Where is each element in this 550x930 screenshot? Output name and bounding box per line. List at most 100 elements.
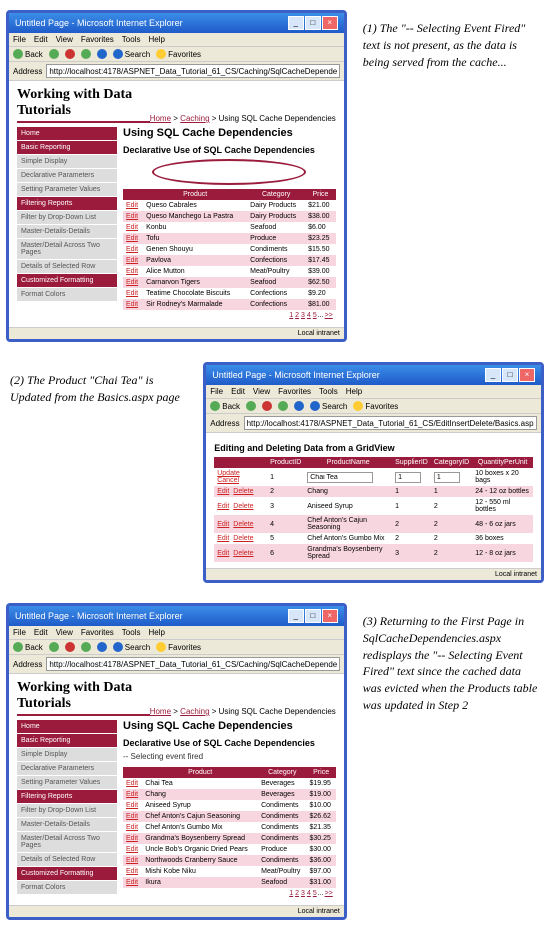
edit-link[interactable]: Edit — [126, 824, 138, 831]
cid-input[interactable] — [434, 472, 460, 483]
window-titlebar: Untitled Page - Microsoft Internet Explo… — [206, 365, 541, 385]
close-button[interactable]: × — [322, 16, 338, 30]
nav-filtering-reports[interactable]: Filtering Reports — [17, 197, 117, 210]
edit-link[interactable]: Edit — [217, 535, 229, 542]
highlight-ellipse — [152, 159, 306, 185]
edit-link[interactable]: Edit — [217, 503, 229, 510]
minimize-button[interactable]: _ — [288, 16, 304, 30]
edit-link[interactable]: Edit — [126, 246, 138, 253]
nav-md2p[interactable]: Master/Detail Across Two Pages — [17, 239, 117, 259]
nav-ddl[interactable]: Filter by Drop-Down List — [17, 211, 117, 224]
table-row: EditAniseed SyrupCondiments$10.00 — [123, 800, 336, 811]
menu-tools[interactable]: Tools — [122, 35, 141, 44]
edit-link[interactable]: Edit — [126, 857, 138, 864]
search-button[interactable]: Search — [113, 49, 150, 59]
delete-link[interactable]: Delete — [233, 488, 253, 495]
search-icon — [113, 49, 123, 59]
back-button[interactable]: Back — [13, 49, 43, 59]
edit-link[interactable]: Edit — [217, 521, 229, 528]
nav-basic-reporting[interactable]: Basic Reporting — [17, 141, 117, 154]
edit-link[interactable]: Edit — [217, 488, 229, 495]
nav-simple-display[interactable]: Simple Display — [17, 155, 117, 168]
table-row: EditDelete2Chang1124 - 12 oz bottles — [214, 486, 533, 497]
delete-link[interactable]: Delete — [233, 550, 253, 557]
table-row: EditIkuraSeafood$31.00 — [123, 877, 336, 888]
table-row: EditPavlovaConfections$17.45 — [123, 255, 336, 266]
menu-file[interactable]: File — [13, 35, 26, 44]
nav-customized-formatting[interactable]: Customized Formatting — [17, 274, 117, 287]
edit-link[interactable]: Edit — [126, 235, 138, 242]
address-input[interactable] — [46, 657, 339, 671]
edit-link[interactable]: Edit — [126, 813, 138, 820]
toolbar: Back Search Favorites — [9, 47, 344, 62]
table-row: EditUncle Bob's Organic Dried PearsProdu… — [123, 844, 336, 855]
nav-format-colors[interactable]: Format Colors — [17, 288, 117, 301]
table-row: EditChef Anton's Gumbo MixCondiments$21.… — [123, 822, 336, 833]
table-row: EditDelete5Chef Anton's Gumbo Mix2236 bo… — [214, 533, 533, 544]
delete-link[interactable]: Delete — [233, 503, 253, 510]
menu-edit[interactable]: Edit — [34, 35, 48, 44]
edit-link[interactable]: Edit — [126, 279, 138, 286]
status-bar: Local intranet — [9, 327, 344, 339]
cancel-link[interactable]: Cancel — [217, 477, 239, 484]
table-row: EditNorthwoods Cranberry SauceCondiments… — [123, 855, 336, 866]
menu-favorites[interactable]: Favorites — [81, 35, 114, 44]
edit-link[interactable]: Edit — [126, 835, 138, 842]
edit-link[interactable]: Edit — [126, 268, 138, 275]
table-row: EditChef Anton's Cajun SeasoningCondimen… — [123, 811, 336, 822]
edit-link[interactable]: Edit — [126, 301, 138, 308]
address-input[interactable] — [46, 64, 339, 78]
update-link[interactable]: Update — [217, 470, 240, 477]
forward-icon[interactable] — [49, 49, 59, 59]
window-buttons: _□× — [287, 16, 338, 30]
edit-link[interactable]: Edit — [126, 802, 138, 809]
bc-home[interactable]: Home — [150, 114, 171, 123]
table-row: EditDelete4Chef Anton's Cajun Seasoning2… — [214, 515, 533, 533]
edit-link[interactable]: Edit — [126, 846, 138, 853]
edit-link[interactable]: Edit — [217, 550, 229, 557]
refresh-icon[interactable] — [81, 49, 91, 59]
nav-home[interactable]: Home — [17, 127, 117, 140]
caption-1: (1) The "-- Selecting Event Fired" text … — [353, 0, 550, 90]
delete-link[interactable]: Delete — [233, 521, 253, 528]
edit-link[interactable]: Edit — [126, 257, 138, 264]
table-row: EditCarnarvon TigersSeafood$62.50 — [123, 277, 336, 288]
nav-details-row[interactable]: Details of Selected Row — [17, 260, 117, 273]
favorites-button[interactable]: Favorites — [156, 49, 201, 59]
edit-link[interactable]: Edit — [126, 213, 138, 220]
edit-link[interactable]: Edit — [126, 879, 138, 886]
table-row: EditTofuProduce$23.25 — [123, 233, 336, 244]
nav-setting-params[interactable]: Setting Parameter Values — [17, 183, 117, 196]
address-label: Address — [13, 67, 42, 76]
star-icon — [156, 49, 166, 59]
menu-help[interactable]: Help — [148, 35, 164, 44]
screenshot-3: Untitled Page - Microsoft Internet Explo… — [6, 603, 347, 920]
edit-link[interactable]: Edit — [126, 202, 138, 209]
address-input[interactable] — [244, 416, 537, 430]
bc-caching[interactable]: Caching — [180, 114, 209, 123]
window-titlebar: Untitled Page - Microsoft Internet Explo… — [9, 13, 344, 33]
name-input[interactable] — [307, 472, 373, 483]
nav-mdd[interactable]: Master-Details-Details — [17, 225, 117, 238]
maximize-button[interactable]: □ — [305, 16, 321, 30]
edit-link[interactable]: Edit — [126, 290, 138, 297]
table-row-editing: Update Cancel110 boxes x 20 bags — [214, 468, 533, 486]
delete-link[interactable]: Delete — [233, 535, 253, 542]
edit-link[interactable]: Edit — [126, 224, 138, 231]
edit-link[interactable]: Edit — [126, 868, 138, 875]
table-row: EditKonbuSeafood$6.00 — [123, 222, 336, 233]
edit-link[interactable]: Edit — [126, 780, 138, 787]
main-heading: Using SQL Cache Dependencies — [123, 127, 336, 139]
sidebar: Home Basic Reporting Simple Display Decl… — [17, 127, 117, 321]
products-grid: ProductCategoryPriceEditQueso CabralesDa… — [123, 189, 336, 310]
nav-declarative-params[interactable]: Declarative Parameters — [17, 169, 117, 182]
pager: 12345...>> — [123, 310, 336, 321]
sid-input[interactable] — [395, 472, 421, 483]
table-row: EditQueso CabralesDairy Products$21.00 — [123, 200, 336, 211]
edit-link[interactable]: Edit — [126, 791, 138, 798]
menu-view[interactable]: View — [56, 35, 73, 44]
home-icon[interactable] — [97, 49, 107, 59]
table-row: EditTeatime Chocolate BiscuitsConfection… — [123, 288, 336, 299]
stop-icon[interactable] — [65, 49, 75, 59]
table-row: EditAlice MuttonMeat/Poultry$39.00 — [123, 266, 336, 277]
